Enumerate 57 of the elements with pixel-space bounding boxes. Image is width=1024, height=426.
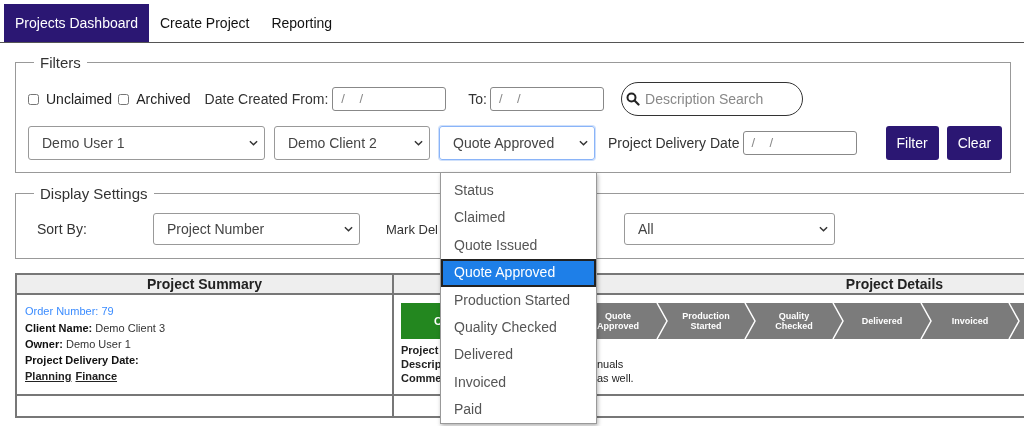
nav-tab[interactable]: Reporting: [260, 4, 344, 42]
checkbox-label: Unclaimed: [46, 91, 113, 107]
detail-text: nuals: [597, 358, 624, 372]
nav-tab[interactable]: Create Project: [148, 4, 261, 42]
summary-link[interactable]: Finance: [75, 370, 118, 382]
checkbox[interactable]: [28, 93, 39, 105]
owner-select[interactable]: Demo User 1: [28, 126, 265, 160]
summary-field: Client Name: Demo Client 3: [25, 322, 384, 334]
column-header: Project Summary: [16, 274, 393, 294]
filter-button[interactable]: Clear: [946, 126, 1003, 160]
chevron-icon: [656, 303, 668, 339]
detail-label: Comme: [401, 372, 442, 384]
client-select[interactable]: Demo Client 2: [274, 126, 430, 160]
dropdown-option[interactable]: Quote Issued: [441, 231, 596, 260]
chevron-icon: [744, 303, 756, 339]
date-from-field[interactable]: / /: [332, 87, 447, 111]
status-step: Invoiced: [932, 303, 1020, 339]
date-to-label: To:: [468, 91, 487, 107]
dropdown-option[interactable]: Delivered: [441, 341, 596, 369]
caret-icon: [819, 226, 828, 232]
chevron-icon: [1008, 303, 1020, 339]
dropdown-option[interactable]: Claimed: [441, 204, 596, 232]
detail-label: Project: [401, 344, 439, 356]
summary-link[interactable]: Planning: [25, 370, 72, 382]
filter-button[interactable]: Filter: [885, 126, 939, 160]
status-select[interactable]: Quote Approved: [439, 126, 595, 160]
dropdown-option[interactable]: Quote Approved: [441, 259, 596, 287]
sort-select[interactable]: Project Number: [153, 213, 360, 245]
mark-label: Mark Del: [386, 221, 439, 237]
chevron-icon: [832, 303, 844, 339]
detail-text: as well.: [597, 372, 634, 386]
nav-tab[interactable]: Projects Dashboard: [4, 4, 149, 42]
sort-by-label: Sort By:: [37, 221, 88, 237]
date-from-label: Date Created From:: [204, 91, 329, 107]
dropdown-option[interactable]: Status: [441, 177, 596, 205]
mark-select[interactable]: All: [624, 213, 835, 245]
delivery-date-label: Project Delivery Date: [608, 135, 740, 151]
caret-icon: [249, 140, 258, 146]
caret-icon: [414, 140, 423, 146]
search-field[interactable]: Description Search: [621, 82, 803, 116]
dropdown-option[interactable]: Invoiced: [441, 368, 596, 397]
caret-icon: [344, 226, 353, 232]
dropdown-option[interactable]: Paid: [441, 396, 596, 424]
summary-field: Project Delivery Date:: [25, 354, 384, 366]
chevron-icon: [920, 303, 932, 339]
date-to-field[interactable]: / /: [490, 87, 604, 111]
status-step: Delivered: [844, 303, 932, 339]
status-step: Production Started: [668, 303, 756, 339]
delivery-date-field[interactable]: / /: [742, 131, 857, 155]
caret-icon: [579, 140, 588, 146]
status-step: Quality Checked: [756, 303, 844, 339]
display-settings-legend: Display Settings: [34, 185, 154, 202]
filters-legend: Filters: [34, 54, 87, 71]
detail-label: Descrip: [401, 358, 442, 370]
checkbox[interactable]: [118, 93, 130, 105]
checkbox-label: Archived: [136, 91, 191, 107]
summary-field: Owner: Demo User 1: [25, 338, 384, 350]
